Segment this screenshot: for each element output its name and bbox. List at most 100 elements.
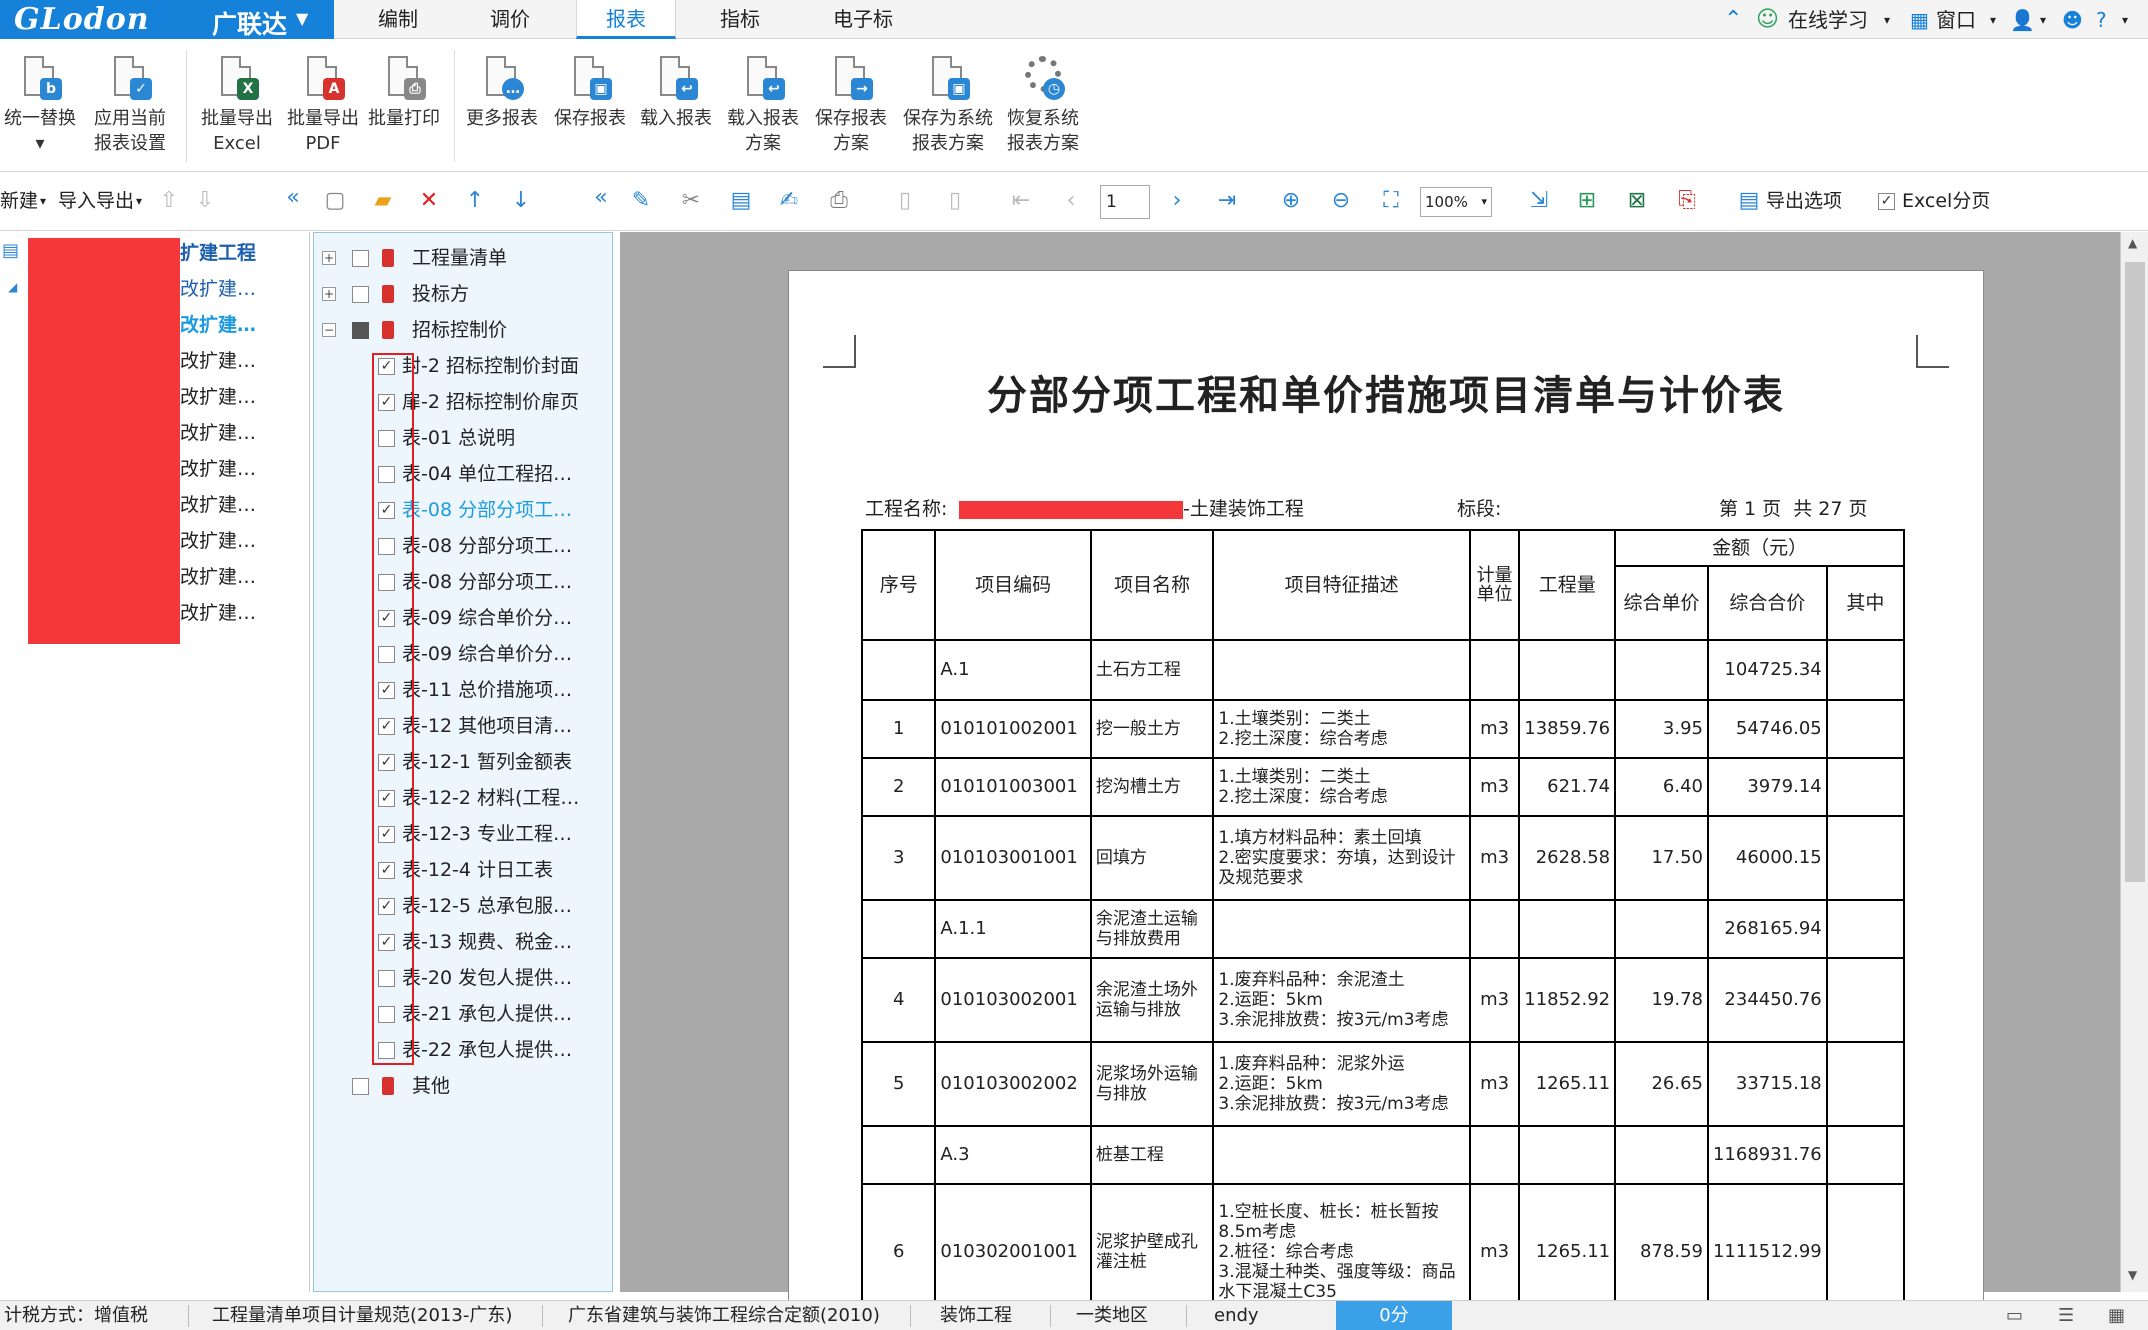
print-icon[interactable]: ⎙ xyxy=(826,188,852,214)
project-tree-item[interactable]: 改扩建… xyxy=(180,346,256,376)
window-menu[interactable]: 窗口 xyxy=(1936,8,1976,32)
design-icon[interactable]: ✂ xyxy=(678,188,704,214)
restore-system-scheme-button[interactable]: ◷ 恢复系统 报表方案 xyxy=(1000,54,1086,156)
project-tree-item[interactable]: 改扩建… xyxy=(180,454,256,484)
menu-tab-ebid[interactable]: 电子标 xyxy=(808,0,918,39)
load-report-button[interactable]: ↩ 载入报表 xyxy=(636,54,716,131)
new-folder-icon[interactable]: ▰ xyxy=(370,188,396,214)
batch-print-button[interactable]: ⎙ 批量打印 xyxy=(364,54,444,131)
collapse-left-icon[interactable]: « xyxy=(280,185,306,211)
expand-icon[interactable]: + xyxy=(322,287,336,301)
scroll-down-icon[interactable]: ▼ xyxy=(2128,1268,2137,1282)
report-item[interactable]: ✓ 表-12-2 材料(工程… xyxy=(314,783,612,813)
project-tree-item[interactable]: 改扩建… xyxy=(180,562,256,592)
report-group-bidder[interactable]: + 投标方 xyxy=(314,279,612,309)
unify-replace-button[interactable]: b 统一替换 ▾ xyxy=(2,54,78,156)
report-group-control-price[interactable]: − 招标控制价 xyxy=(314,315,612,345)
report-item[interactable]: 表-01 总说明 xyxy=(314,423,612,453)
report-item[interactable]: ✓ 表-12-1 暂列金额表 xyxy=(314,747,612,777)
online-learn-button[interactable]: 在线学习 xyxy=(1788,8,1868,32)
edit-icon[interactable]: ✎ xyxy=(628,188,654,214)
report-item[interactable]: 表-04 单位工程招… xyxy=(314,459,612,489)
expand-triangle-icon[interactable]: ◢ xyxy=(8,280,17,294)
export-excel-icon[interactable]: ⊠ xyxy=(1624,188,1650,214)
move-up-icon[interactable]: ↑ xyxy=(462,188,488,214)
chevron-down-icon[interactable]: ▾ xyxy=(2040,8,2046,32)
group-checkbox[interactable] xyxy=(352,250,369,267)
group-checkbox[interactable] xyxy=(352,286,369,303)
zoom-in-icon[interactable]: ⊕ xyxy=(1278,188,1304,214)
paste-icon[interactable]: ▯ xyxy=(942,188,968,214)
chevron-down-icon[interactable]: ▾ xyxy=(40,188,46,214)
help-icon[interactable]: ? xyxy=(2096,8,2107,32)
menu-tab-report[interactable]: 报表 xyxy=(576,0,676,39)
report-item[interactable]: ✓ 表-12-5 总承包服… xyxy=(314,891,612,921)
report-item[interactable]: 表-20 发包人提供… xyxy=(314,963,612,993)
avatar-icon[interactable]: ☻ xyxy=(2062,8,2083,32)
user-icon[interactable]: 👤 xyxy=(2010,8,2035,32)
export-options-icon[interactable]: ▤ xyxy=(1736,188,1762,214)
report-item[interactable]: 表-08 分部分项工… xyxy=(314,531,612,561)
chevron-down-icon[interactable]: ▾ xyxy=(1884,8,1890,32)
score-badge[interactable]: 0分 xyxy=(1336,1301,1452,1330)
import-export-button[interactable]: 导入导出 xyxy=(58,188,134,214)
app-logo[interactable]: GLodon 广联达 ▼ xyxy=(0,0,334,39)
layout-single-icon[interactable]: ▭ xyxy=(2006,1301,2023,1330)
more-reports-button[interactable]: … 更多报表 xyxy=(462,54,542,131)
move-down-icon[interactable]: ↓ xyxy=(508,188,534,214)
report-item[interactable]: ✓ 表-12-3 专业工程… xyxy=(314,819,612,849)
group-checkbox[interactable] xyxy=(352,1078,369,1095)
menu-tab-adjust[interactable]: 调价 xyxy=(458,0,562,39)
zoom-select[interactable]: 100% ▾ xyxy=(1420,187,1492,217)
new-report-icon[interactable]: ▢ xyxy=(322,188,348,214)
excel-paging-checkbox[interactable]: ✓ xyxy=(1878,193,1895,210)
menu-tab-index[interactable]: 指标 xyxy=(688,0,792,39)
report-item[interactable]: 表-21 承包人提供… xyxy=(314,999,612,1029)
load-scheme-button[interactable]: ↩ 载入报表 方案 xyxy=(722,54,804,156)
chevron-down-icon[interactable]: ▾ xyxy=(2122,8,2128,32)
project-tree-item[interactable]: 改扩建… xyxy=(180,526,256,556)
chevron-down-icon[interactable]: ▾ xyxy=(136,188,142,214)
report-item[interactable]: 表-08 分部分项工… xyxy=(314,567,612,597)
fit-page-icon[interactable]: ⛶ xyxy=(1378,188,1404,214)
page-number-input[interactable]: 1 xyxy=(1100,185,1150,219)
report-item[interactable]: ✓ 封-2 招标控制价封面 xyxy=(314,351,612,381)
report-preview[interactable]: 分部分项工程和单价措施项目清单与计价表 工程名称: -土建装饰工程 标段: 第 … xyxy=(620,232,2120,1330)
zoom-out-icon[interactable]: ⊖ xyxy=(1328,188,1354,214)
report-item[interactable]: 表-09 综合单价分… xyxy=(314,639,612,669)
report-group-other[interactable]: 其他 xyxy=(314,1071,612,1101)
layout-grid-icon[interactable]: ▦ xyxy=(2108,1301,2125,1330)
report-item[interactable]: ✓ 表-12-4 计日工表 xyxy=(314,855,612,885)
layout-list-icon[interactable]: ☰ xyxy=(2058,1301,2074,1330)
arrow-up-icon[interactable]: ⇧ xyxy=(156,188,182,214)
new-button[interactable]: 新建 xyxy=(0,188,38,214)
menu-tab-edit[interactable]: 编制 xyxy=(346,0,450,39)
project-tree-item[interactable]: 改扩建… xyxy=(180,274,256,304)
report-item[interactable]: ✓ 表-09 综合单价分… xyxy=(314,603,612,633)
next-page-icon[interactable]: › xyxy=(1164,188,1190,214)
collapse-icon[interactable]: − xyxy=(322,323,336,337)
project-tree-item-selected[interactable]: 改扩建… xyxy=(180,310,256,340)
save-system-scheme-button[interactable]: ▣ 保存为系统 报表方案 xyxy=(898,54,998,156)
chevron-down-icon[interactable]: ▼ xyxy=(296,9,308,28)
group-checkbox-partial[interactable] xyxy=(352,322,369,339)
copy-icon[interactable]: ▯ xyxy=(892,188,918,214)
project-tree-item[interactable]: 改扩建… xyxy=(180,490,256,520)
first-page-icon[interactable]: ⇤ xyxy=(1008,188,1034,214)
export-options-button[interactable]: 导出选项 xyxy=(1766,188,1842,214)
batch-export-excel-button[interactable]: X 批量导出 Excel xyxy=(194,54,280,156)
export-page-icon[interactable]: ⇲ xyxy=(1526,188,1552,214)
delete-icon[interactable]: ✕ xyxy=(416,188,442,214)
report-item[interactable]: ✓ 表-12 其他项目清… xyxy=(314,711,612,741)
page-setup-icon[interactable]: ▤ xyxy=(728,188,754,214)
prev-page-icon[interactable]: ‹ xyxy=(1058,188,1084,214)
export-tree-icon[interactable]: ⊞ xyxy=(1574,188,1600,214)
report-item[interactable]: ✓ 扉-2 招标控制价扉页 xyxy=(314,387,612,417)
project-tree-item[interactable]: 改扩建… xyxy=(180,598,256,628)
chevron-down-icon[interactable]: ▾ xyxy=(1990,8,1996,32)
save-scheme-button[interactable]: → 保存报表 方案 xyxy=(810,54,892,156)
project-tree-root[interactable]: 扩建工程 xyxy=(180,238,256,268)
project-tree-item[interactable]: 改扩建… xyxy=(180,418,256,448)
collapse-left-icon[interactable]: « xyxy=(588,185,614,211)
report-item[interactable]: ✓ 表-13 规费、税金… xyxy=(314,927,612,957)
